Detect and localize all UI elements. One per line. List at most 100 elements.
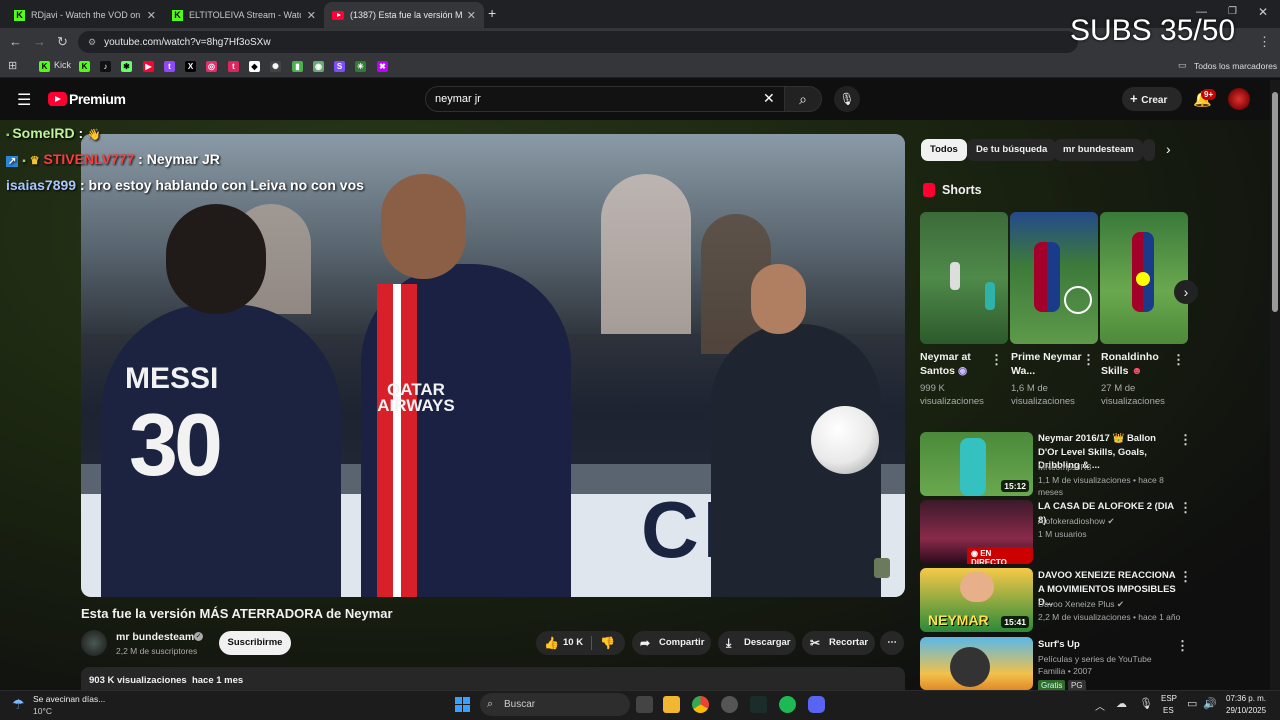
short-thumbnail[interactable] [1100, 212, 1188, 344]
voice-search-icon[interactable]: 🎙 [834, 86, 860, 112]
chrome-icon[interactable] [692, 696, 709, 713]
chip-mr-bundesteam[interactable]: mr bundesteam [1054, 139, 1143, 161]
more-vert-icon[interactable]: ⋮ [1082, 352, 1095, 368]
tab-rdjavi[interactable]: K RDjavi - Watch the VOD on Kick ✕ [6, 2, 164, 28]
file-explorer-icon[interactable] [663, 696, 680, 713]
channel-avatar[interactable] [81, 630, 107, 656]
more-actions-button[interactable]: ⋯ [880, 631, 904, 655]
x-icon[interactable]: X [185, 61, 196, 72]
bookmark-icon[interactable]: ◉ [313, 61, 324, 72]
bookmark-icon[interactable]: t [228, 61, 239, 72]
all-bookmarks[interactable]: Todos los marcadores [1194, 61, 1277, 71]
openai-icon[interactable]: ✺ [270, 61, 281, 72]
close-icon[interactable]: ✕ [467, 9, 476, 22]
apps-icon[interactable]: ⊞ [8, 59, 17, 72]
youtube-logo-icon[interactable] [48, 92, 67, 106]
site-info-icon[interactable]: ⚙ [88, 37, 96, 48]
chip-todos[interactable]: Todos [921, 139, 967, 161]
reload-icon[interactable]: ↻ [57, 34, 68, 50]
volume-icon[interactable]: 🔊 [1203, 697, 1217, 710]
more-vert-icon[interactable]: ⋮ [1176, 638, 1189, 654]
twitch-icon[interactable]: t [164, 61, 175, 72]
weather-title[interactable]: Se avecinan días... [33, 694, 105, 704]
chip-de-tu-busqueda[interactable]: De tu búsqueda [967, 139, 1057, 161]
weather-icon[interactable]: ☂ [12, 696, 25, 713]
bookmark-icon[interactable]: ◆ [249, 61, 260, 72]
menu-icon[interactable]: ⋮ [1258, 34, 1271, 50]
short-thumbnail[interactable] [920, 212, 1008, 344]
language-code[interactable]: ESP [1161, 694, 1177, 703]
short-thumbnail[interactable] [1010, 212, 1098, 344]
search-input[interactable]: neymar jr [425, 86, 785, 112]
search-button[interactable]: ⌕ [784, 86, 822, 112]
clip-button[interactable]: ✂ Recortar [802, 631, 875, 655]
clock-date[interactable]: 29/10/2025 [1226, 706, 1266, 715]
subscribe-button[interactable]: Suscribirme [219, 631, 291, 655]
bookmark-icon[interactable]: ✖ [377, 61, 388, 72]
short-title[interactable]: Prime Neymar Wa... [1011, 350, 1091, 378]
create-button[interactable]: + Crear [1122, 87, 1182, 111]
scrollbar-track[interactable] [1270, 80, 1280, 690]
more-vert-icon[interactable]: ⋮ [1179, 500, 1192, 516]
app-icon[interactable] [721, 696, 738, 713]
task-view-icon[interactable] [636, 696, 653, 713]
app-icon[interactable] [750, 696, 767, 713]
bookmark-kick[interactable]: Kick [54, 60, 71, 70]
channel-name[interactable]: Películas y series de YouTube [1038, 653, 1188, 665]
tab-youtube[interactable]: (1387) Esta fue la versión MÁS ✕ [324, 2, 484, 28]
video-title[interactable]: Surf's Up [1038, 638, 1178, 652]
more-vert-icon[interactable]: ⋮ [1172, 352, 1185, 368]
shorts-next-button[interactable]: › [1174, 280, 1198, 304]
kick-icon[interactable]: K [39, 61, 50, 72]
share-button[interactable]: ➦ Compartir [632, 631, 711, 655]
youtube-icon[interactable]: ▶ [143, 61, 154, 72]
scrollbar-thumb[interactable] [1272, 92, 1278, 312]
forward-icon[interactable]: → [33, 34, 46, 50]
microphone-icon[interactable]: 🎙 [1139, 697, 1153, 710]
display-icon[interactable]: ▭ [1187, 697, 1197, 710]
hamburger-menu-icon[interactable]: ☰ [17, 90, 31, 110]
kick-icon[interactable]: K [79, 61, 90, 72]
window-close-icon[interactable]: ✕ [1258, 5, 1268, 19]
short-title[interactable]: Neymar at Santos ◉ [920, 350, 1000, 378]
short-title[interactable]: Ronaldinho Skills ☻ [1101, 350, 1181, 378]
taskbar-search[interactable]: ⌕ Buscar [480, 693, 630, 716]
puzzle-icon[interactable]: ✱ [121, 61, 132, 72]
instagram-icon[interactable]: ◎ [206, 61, 217, 72]
more-vert-icon[interactable]: ⋮ [1179, 432, 1192, 448]
tab-eltitoleiva[interactable]: K ELTITOLEIVA Stream - Watch Li ✕ [164, 2, 324, 28]
video-thumbnail[interactable]: ◉ EN DIRECTO [920, 500, 1033, 564]
channel-name[interactable]: mr bundesteam [116, 631, 194, 643]
channel-name[interactable]: MNcompsJR3 [1038, 461, 1188, 473]
close-icon[interactable]: ✕ [307, 9, 316, 22]
download-button[interactable]: ⤓ Descargar [718, 631, 796, 655]
like-count[interactable]: 10 K [563, 631, 583, 655]
windows-start-icon[interactable] [455, 697, 471, 713]
new-tab-button[interactable]: + [488, 5, 496, 21]
tray-icon[interactable]: ☁ [1116, 697, 1127, 710]
keyboard-layout[interactable]: ES [1163, 706, 1174, 715]
channel-name[interactable]: Alofokeradioshow ✔ [1038, 515, 1188, 527]
youtube-premium-logo[interactable]: Premium [69, 91, 126, 107]
video-thumbnail[interactable]: NEYMAR 15:41 [920, 568, 1033, 632]
avatar[interactable] [1228, 88, 1250, 110]
discord-icon[interactable] [808, 696, 825, 713]
channel-name[interactable]: Davoo Xeneize Plus ✔ [1038, 598, 1188, 610]
video-player[interactable]: CH MESSI 30 QATAR AIRWAYS [81, 134, 905, 597]
close-icon[interactable]: ✕ [147, 9, 156, 22]
chevron-right-icon[interactable]: › [1166, 141, 1171, 157]
bookmark-icon[interactable]: ▮ [292, 61, 303, 72]
address-bar[interactable]: ⚙ youtube.com/watch?v=8hg7Hf3oSXw [78, 31, 1078, 53]
chip-partial[interactable] [1143, 139, 1155, 161]
tiktok-icon[interactable]: ♪ [100, 61, 111, 72]
video-thumbnail[interactable] [920, 637, 1033, 690]
bookmark-icon[interactable]: ✳ [355, 61, 366, 72]
bookmark-icon[interactable]: S [334, 61, 345, 72]
clear-search-icon[interactable]: ✕ [763, 90, 775, 107]
like-icon[interactable]: 👍 [544, 631, 559, 655]
chevron-up-icon[interactable]: ︿ [1095, 698, 1105, 713]
video-thumbnail[interactable]: 15:12 [920, 432, 1033, 496]
back-icon[interactable]: ← [9, 34, 22, 50]
clock-time[interactable]: 07:36 p. m. [1226, 694, 1266, 703]
dislike-icon[interactable]: 👎 [600, 631, 615, 655]
